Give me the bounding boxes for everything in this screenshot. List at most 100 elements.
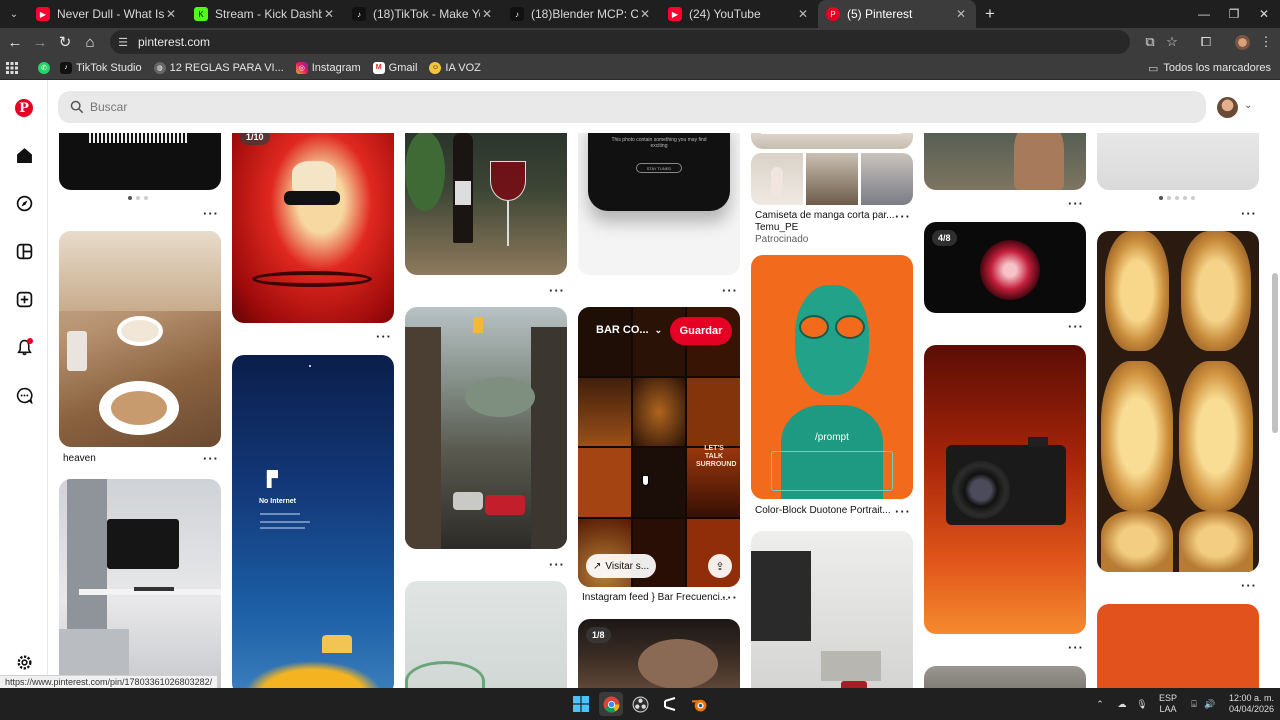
pin-image[interactable] xyxy=(751,531,913,688)
volume-icon[interactable]: 🔊 xyxy=(1202,688,1218,720)
pin-image[interactable]: 4/8 xyxy=(924,222,1086,313)
back-icon[interactable]: ← xyxy=(3,30,27,54)
close-tab-icon[interactable]: ✕ xyxy=(638,7,652,21)
more-options-icon[interactable]: ··· xyxy=(722,284,738,297)
home-icon[interactable]: ⌂ xyxy=(78,30,102,54)
more-options-icon[interactable]: ··· xyxy=(1068,197,1084,210)
clock[interactable]: 12:00 a. m. 04/04/2026 xyxy=(1222,688,1274,720)
pin-image[interactable] xyxy=(924,133,1086,190)
more-options-icon[interactable]: ··· xyxy=(722,591,738,604)
search-input[interactable]: Buscar xyxy=(58,91,1206,123)
pin-image[interactable] xyxy=(1097,604,1259,688)
close-tab-icon[interactable]: ✕ xyxy=(796,7,810,21)
account-chevron-down-icon[interactable]: ⌄ xyxy=(1244,100,1252,111)
pin-title[interactable]: heaven xyxy=(63,453,96,464)
user-avatar[interactable] xyxy=(1217,97,1238,118)
pin-brand[interactable]: Temu_PE xyxy=(755,222,798,233)
tab-youtube[interactable]: ▶ (24) YouTube ✕ xyxy=(660,0,818,28)
more-options-icon[interactable]: ··· xyxy=(549,284,565,297)
pin-image[interactable] xyxy=(59,479,221,688)
notifications-bell-icon[interactable] xyxy=(12,335,36,359)
blender-taskbar-icon[interactable] xyxy=(687,692,711,716)
settings-gear-icon[interactable] xyxy=(12,650,36,674)
close-tab-icon[interactable]: ✕ xyxy=(322,7,336,21)
minimize-icon[interactable]: — xyxy=(1188,0,1220,28)
more-options-icon[interactable]: ··· xyxy=(895,505,911,518)
profile-avatar[interactable] xyxy=(1230,28,1254,56)
reload-icon[interactable]: ↻ xyxy=(53,30,77,54)
boards-icon[interactable] xyxy=(12,239,36,263)
pin-image[interactable]: /prompt xyxy=(751,255,913,499)
more-options-icon[interactable]: ··· xyxy=(1241,207,1257,220)
explore-compass-icon[interactable] xyxy=(12,191,36,215)
pin-image[interactable] xyxy=(924,666,1086,688)
pin-image[interactable]: This photo contain something you may fin… xyxy=(578,133,740,275)
obs-taskbar-icon[interactable] xyxy=(628,692,652,716)
pin-image[interactable] xyxy=(405,307,567,549)
bookmark-tiktok-studio[interactable]: ♪ TikTok Studio xyxy=(60,61,142,74)
tab-blender[interactable]: ♪ (18)Blender MCP: Claude AI & Ch ✕ xyxy=(502,0,660,28)
bookmark-ia-voz[interactable]: ☺ IA VOZ xyxy=(429,61,481,74)
windows-start-icon[interactable] xyxy=(569,692,593,716)
tab-pinterest[interactable]: P (5) Pinterest ✕ xyxy=(818,0,976,28)
pin-image[interactable] xyxy=(405,581,567,688)
restore-icon[interactable]: ❐ xyxy=(1218,0,1250,28)
more-options-icon[interactable]: ··· xyxy=(1068,320,1084,333)
more-options-icon[interactable]: ··· xyxy=(1241,579,1257,592)
tab-search-chevron-icon[interactable]: ⌄ xyxy=(0,0,28,28)
forward-icon[interactable]: → xyxy=(28,30,52,54)
tray-chevron-up-icon[interactable]: ⌃ xyxy=(1092,688,1108,720)
pin-image[interactable] xyxy=(1097,133,1259,190)
home-icon[interactable] xyxy=(12,143,36,167)
site-info-icon[interactable]: ☰ xyxy=(116,35,130,49)
all-bookmarks-button[interactable]: ▭ Todos los marcadores xyxy=(1148,56,1271,80)
onedrive-cloud-icon[interactable]: ☁ xyxy=(1114,688,1130,720)
pin-image[interactable]: 1/10 xyxy=(232,133,394,323)
more-options-icon[interactable]: ··· xyxy=(203,207,219,220)
address-bar[interactable]: ☰ pinterest.com xyxy=(110,30,1130,54)
bookmark-instagram[interactable]: ◎ Instagram xyxy=(295,61,361,74)
tab-tiktok[interactable]: ♪ (18)TikTok - Make Your Day ✕ xyxy=(344,0,502,28)
page-scrollbar[interactable] xyxy=(1272,273,1278,433)
share-icon[interactable]: ⇪ xyxy=(708,554,732,578)
apps-grid-icon[interactable] xyxy=(6,61,18,74)
microphone-icon[interactable]: 🎙 xyxy=(1134,688,1150,720)
network-icon[interactable]: ⌸ xyxy=(1186,688,1202,720)
bookmark-star-icon[interactable]: ☆ xyxy=(1160,28,1184,56)
capcut-taskbar-icon[interactable] xyxy=(658,692,682,716)
close-window-icon[interactable]: ✕ xyxy=(1248,0,1280,28)
cast-icon[interactable]: ⧉ xyxy=(1138,28,1162,56)
close-tab-icon[interactable]: ✕ xyxy=(480,7,494,21)
pin-title[interactable]: Color-Block Duotone Portrait... xyxy=(755,505,891,516)
menu-kebab-icon[interactable]: ⋮ xyxy=(1254,28,1278,56)
pin-image-hovered[interactable]: LET'S TALK SURROUND BAR CO... ⌄ Guardar ↗… xyxy=(578,307,740,587)
more-options-icon[interactable]: ··· xyxy=(549,558,565,571)
tab-never-dull[interactable]: ▶ Never Dull - What Is Jazz - YouTube ✕ xyxy=(28,0,186,28)
messages-icon[interactable] xyxy=(12,383,36,407)
pin-image[interactable]: No Internet xyxy=(232,355,394,688)
whatsapp-bookmark[interactable]: ✆ xyxy=(38,61,54,74)
pin-image-collage[interactable] xyxy=(751,153,913,205)
board-selector[interactable]: BAR CO... ⌄ xyxy=(596,324,662,336)
visit-site-button[interactable]: ↗ Visitar s... xyxy=(586,554,656,578)
pin-image[interactable] xyxy=(751,133,913,149)
language-indicator[interactable]: ESP LAA xyxy=(1156,688,1180,720)
pinterest-logo-icon[interactable]: P xyxy=(12,96,36,120)
pin-image[interactable] xyxy=(405,133,567,275)
pin-image[interactable] xyxy=(59,231,221,447)
save-button[interactable]: Guardar xyxy=(670,317,732,345)
pin-image[interactable] xyxy=(59,133,221,190)
close-tab-icon[interactable]: ✕ xyxy=(954,7,968,21)
pin-image[interactable] xyxy=(1097,231,1259,572)
more-options-icon[interactable]: ··· xyxy=(895,210,911,223)
more-options-icon[interactable]: ··· xyxy=(376,330,392,343)
create-plus-icon[interactable] xyxy=(12,287,36,311)
bookmark-12-reglas[interactable]: ◍ 12 REGLAS PARA VI... xyxy=(153,61,284,74)
bookmark-gmail[interactable]: M Gmail xyxy=(372,61,417,74)
pin-image[interactable] xyxy=(924,345,1086,634)
extensions-icon[interactable]: ⧠ xyxy=(1194,28,1218,56)
close-tab-icon[interactable]: ✕ xyxy=(164,7,178,21)
more-options-icon[interactable]: ··· xyxy=(1068,641,1084,654)
pin-image[interactable]: 1/8 xyxy=(578,619,740,688)
tab-kick[interactable]: K Stream - Kick Dashboard ✕ xyxy=(186,0,344,28)
